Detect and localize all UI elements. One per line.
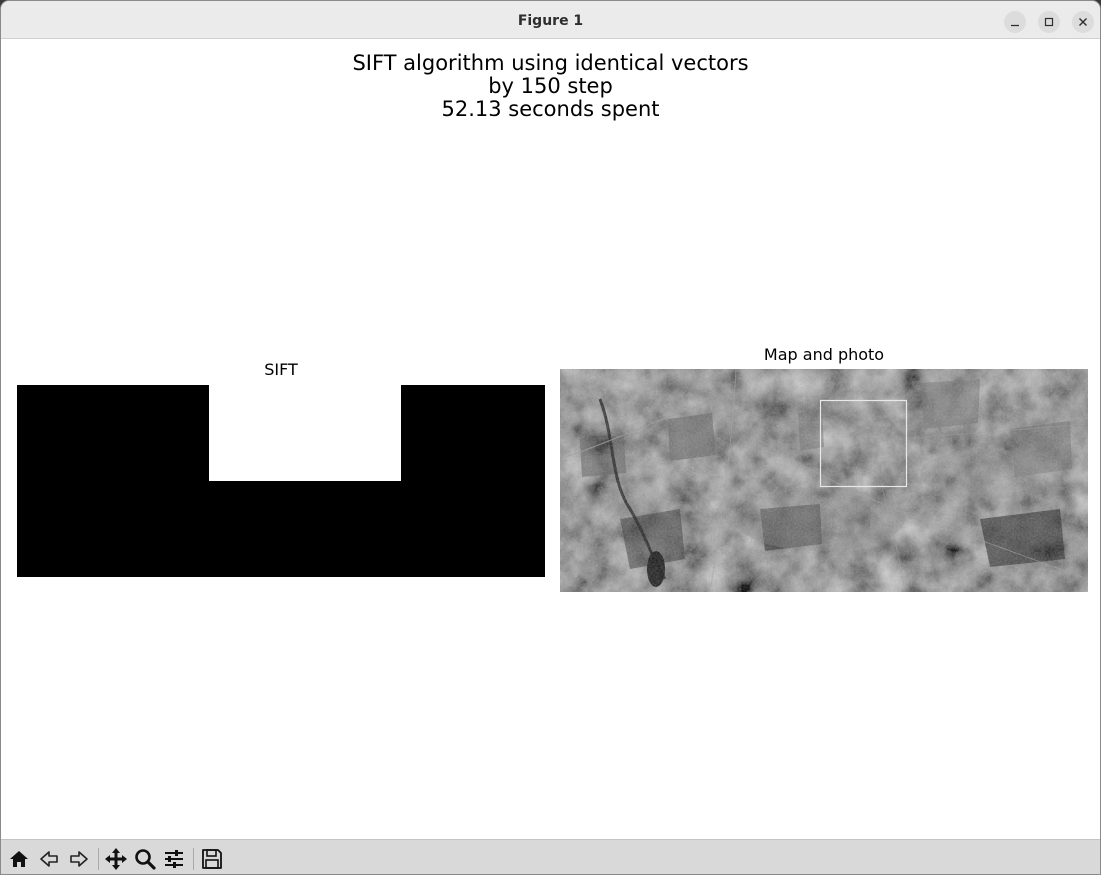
minimize-button[interactable] — [1004, 11, 1026, 33]
forward-icon — [70, 851, 88, 867]
satellite-map-image — [560, 369, 1088, 592]
pan-button[interactable] — [104, 847, 128, 871]
toolbar-separator — [98, 848, 99, 870]
pan-icon — [105, 848, 127, 870]
maximize-icon — [1044, 17, 1054, 27]
forward-button[interactable] — [67, 847, 91, 871]
minimize-icon — [1011, 24, 1019, 27]
home-button[interactable] — [7, 847, 31, 871]
figure-suptitle: SIFT algorithm using identical vectors b… — [1, 52, 1100, 121]
back-icon — [40, 851, 58, 867]
close-button[interactable] — [1072, 11, 1094, 33]
figure-canvas[interactable]: SIFT algorithm using identical vectors b… — [1, 39, 1100, 839]
close-icon — [1079, 18, 1087, 26]
figure-window: Figure 1 SIFT algorithm using identical … — [0, 0, 1101, 875]
configure-subplots-icon — [165, 850, 183, 868]
save-icon — [202, 849, 222, 869]
suptitle-line-2: by 150 step — [488, 74, 613, 98]
sift-axes-title: SIFT — [264, 360, 298, 379]
navigation-toolbar — [1, 839, 1100, 874]
zoom-icon — [135, 849, 156, 870]
zoom-button[interactable] — [133, 847, 157, 871]
home-icon — [10, 851, 28, 867]
suptitle-line-3: 52.13 seconds spent — [441, 97, 660, 121]
toolbar-separator — [193, 848, 194, 870]
save-button[interactable] — [200, 847, 224, 871]
title-bar[interactable]: Figure 1 — [1, 1, 1100, 39]
back-button[interactable] — [37, 847, 61, 871]
suptitle-line-1: SIFT algorithm using identical vectors — [352, 51, 749, 75]
map-axes-title: Map and photo — [763, 345, 885, 364]
window-title: Figure 1 — [517, 13, 584, 29]
configure-subplots-button[interactable] — [162, 847, 186, 871]
maximize-button[interactable] — [1038, 11, 1060, 33]
sift-image — [17, 385, 545, 577]
